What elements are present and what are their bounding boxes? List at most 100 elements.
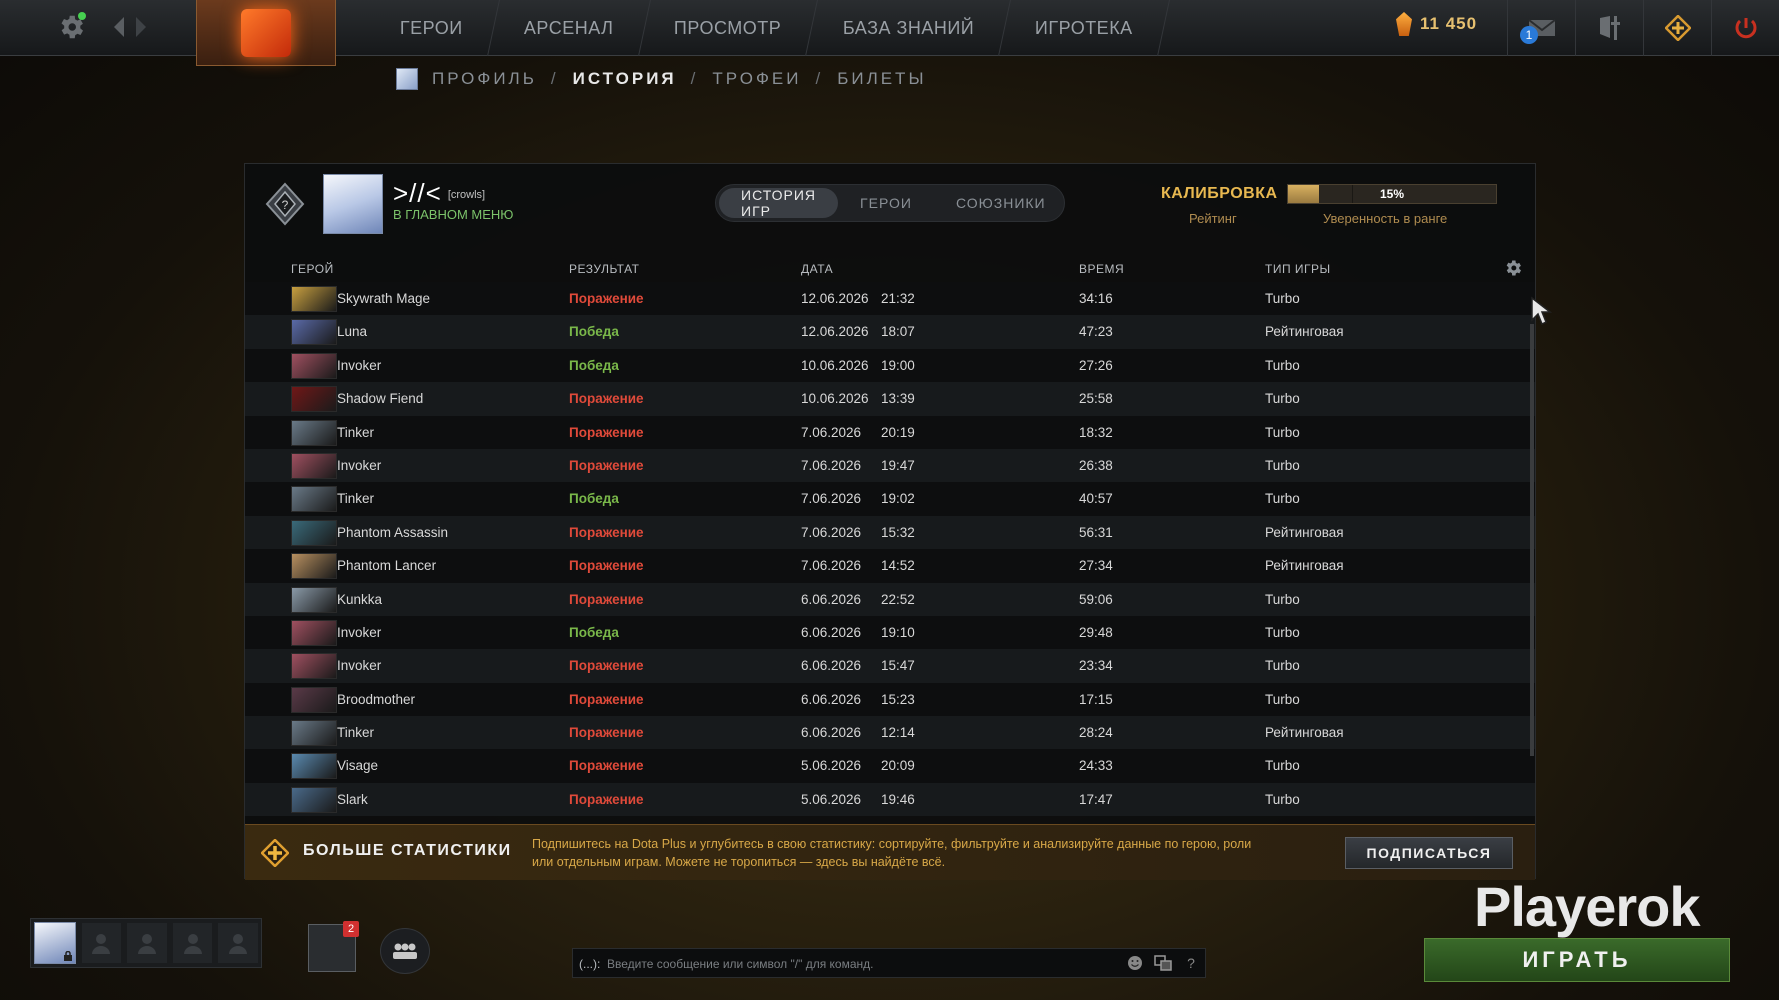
match-row[interactable]: Invoker Победа 6.06.2026 19:10 29:48 Turbo: [245, 615, 1535, 650]
match-result: Поражение: [569, 524, 644, 540]
match-row[interactable]: Shadow Fiend Поражение 10.06.2026 13:39 25:5…: [245, 382, 1535, 416]
shards-currency[interactable]: 11 450: [1396, 12, 1477, 36]
power-button[interactable]: [1711, 0, 1779, 56]
match-date: 12.06.2026: [801, 291, 869, 306]
match-row[interactable]: Phantom Lancer Поражение 7.06.2026 14:52 27:…: [245, 549, 1535, 583]
match-result: Победа: [569, 357, 619, 373]
tab-heroes[interactable]: ГЕРОИ: [838, 188, 934, 218]
match-row[interactable]: Invoker Победа 10.06.2026 19:00 27:26 Turbo: [245, 348, 1535, 383]
chat-help-button[interactable]: ?: [1177, 949, 1205, 977]
match-clock: 19:00: [881, 357, 915, 373]
match-game-type: Рейтинговая: [1265, 524, 1344, 540]
nav-watch[interactable]: ПРОСМОТР: [638, 0, 819, 56]
emoji-button[interactable]: [1121, 949, 1149, 977]
match-row[interactable]: Visage Поражение 5.06.2026 20:09 24:33 Turbo: [245, 749, 1535, 783]
breadcrumb-tickets[interactable]: БИЛЕТЫ: [837, 69, 926, 89]
match-row[interactable]: Kunkka Поражение 6.06.2026 22:52 59:06 Turbo: [245, 582, 1535, 616]
rank-confidence-bar: 15%: [1287, 184, 1497, 204]
calibration-label: КАЛИБРОВКА: [1161, 185, 1278, 202]
match-row[interactable]: Slark Поражение 5.06.2026 19:46 17:47 Turbo: [245, 782, 1535, 817]
emoji-icon: [1128, 956, 1142, 970]
match-date: 6.06.2026: [801, 658, 862, 674]
dota-logo-button[interactable]: [196, 0, 336, 66]
match-list-scrollbar[interactable]: [1530, 324, 1534, 756]
armory-button[interactable]: [1575, 0, 1643, 56]
shards-amount: 11 450: [1420, 14, 1478, 33]
breadcrumb-history[interactable]: ИСТОРИЯ: [573, 69, 677, 89]
match-game-type: Turbo: [1265, 624, 1300, 640]
match-date: 6.06.2026: [801, 725, 862, 741]
match-row[interactable]: Tinker Поражение 7.06.2026 20:19 18:32 Turbo: [245, 415, 1535, 449]
inventory-button[interactable]: 2: [308, 921, 359, 972]
match-clock: 19:10: [881, 624, 915, 640]
match-row[interactable]: Tinker Победа 7.06.2026 19:02 40:57 Turbo: [245, 482, 1535, 516]
match-duration: 25:58: [1079, 391, 1113, 407]
match-duration: 34:16: [1079, 291, 1113, 306]
nav-arcade[interactable]: ИГРОТЕКА: [999, 0, 1170, 56]
party-slot-empty[interactable]: [81, 923, 122, 963]
match-date: 5.06.2026: [801, 758, 862, 774]
match-game-type: Turbo: [1265, 758, 1300, 774]
hero-name: Shadow Fiend: [337, 391, 424, 407]
mail-button[interactable]: 1: [1507, 0, 1575, 56]
chat-channel[interactable]: (...):: [579, 957, 600, 971]
match-row[interactable]: Skywrath Mage Поражение 12.06.2026 21:32 34:…: [245, 282, 1535, 316]
match-row[interactable]: Broodmother Поражение 6.06.2026 15:23 17:15 T…: [245, 682, 1535, 717]
party-slot-empty[interactable]: [127, 923, 167, 963]
match-row[interactable]: Phantom Assassin Поражение 7.06.2026 15:32 5…: [245, 515, 1535, 550]
hero-name: Tinker: [337, 491, 375, 507]
player-tag: [crowls]: [447, 189, 486, 202]
match-clock: 15:23: [881, 691, 915, 707]
dota-plus-button[interactable]: [1643, 0, 1711, 56]
match-game-type: Turbo: [1265, 791, 1300, 807]
nav-knowledge-base[interactable]: БАЗА ЗНАНИЙ: [806, 0, 1011, 56]
top-right-icons: 1: [1507, 0, 1779, 56]
nav-armory[interactable]: АРСЕНАЛ: [487, 0, 651, 56]
plus-banner-description: Подпишитесь на Dota Plus и углубитесь в …: [532, 837, 1252, 869]
hero-portrait: [291, 319, 337, 346]
inventory-badge: 2: [343, 921, 359, 937]
back-forward-arrows-icon[interactable]: [110, 14, 154, 40]
match-date: 6.06.2026: [801, 624, 862, 640]
play-button[interactable]: ИГРАТЬ: [1424, 938, 1730, 982]
hero-portrait: [291, 753, 337, 780]
match-row[interactable]: Tinker Поражение 6.06.2026 12:14 28:24 Рейтин…: [245, 716, 1535, 750]
column-hero[interactable]: ГЕРОЙ: [291, 262, 334, 276]
table-settings-gear-icon[interactable]: [1503, 258, 1523, 278]
translate-button[interactable]: [1149, 949, 1177, 977]
match-game-type: Turbo: [1265, 691, 1300, 707]
subscribe-button[interactable]: ПОДПИСАТЬСЯ: [1345, 837, 1513, 869]
match-row[interactable]: Luna Победа 12.06.2026 18:07 47:23 Рейтингова…: [245, 315, 1535, 349]
match-row[interactable]: Invoker Поражение 7.06.2026 19:47 26:38 Turbo: [245, 448, 1535, 483]
column-game-type[interactable]: ТИП ИГРЫ: [1265, 262, 1331, 276]
match-result: Победа: [569, 491, 619, 507]
hero-name: Slark: [337, 791, 368, 807]
nav-heroes[interactable]: ГЕРОИ: [364, 0, 500, 56]
tab-allies[interactable]: СОЮЗНИКИ: [934, 188, 1068, 218]
breadcrumb-profile[interactable]: ПРОФИЛЬ: [432, 69, 537, 89]
match-result: Поражение: [569, 791, 644, 807]
hero-name: Luna: [337, 324, 368, 340]
hero-portrait: [291, 286, 337, 312]
column-result[interactable]: РЕЗУЛЬТАТ: [569, 262, 639, 276]
profile-avatar[interactable]: [323, 174, 383, 234]
party-self-avatar[interactable]: [34, 922, 76, 964]
party-slot-empty[interactable]: [172, 923, 213, 963]
match-clock: 20:09: [881, 758, 915, 774]
column-time[interactable]: ВРЕМЯ: [1079, 262, 1124, 276]
party-slot-empty[interactable]: [218, 923, 258, 963]
match-row[interactable]: Invoker Поражение 6.06.2026 15:47 23:34 Turbo: [245, 649, 1535, 683]
hero-name: Tinker: [337, 725, 375, 741]
match-result: Победа: [569, 324, 619, 340]
chat-input[interactable]: [607, 954, 1067, 974]
main-nav: ГЕРОИ АРСЕНАЛ ПРОСМОТР БАЗА ЗНАНИЙ ИГРОТ…: [364, 0, 1170, 56]
column-date[interactable]: ДАТА: [801, 262, 833, 276]
dota-plus-banner: БОЛЬШЕ СТАТИСТИКИ Подпишитесь на Dota Pl…: [245, 824, 1535, 880]
breadcrumb-trophies[interactable]: ТРОФЕИ: [712, 69, 801, 89]
tab-match-history[interactable]: ИСТОРИЯ ИГР: [719, 187, 839, 219]
person-icon: [183, 934, 202, 954]
friends-button[interactable]: [380, 928, 430, 974]
match-game-type: Рейтинговая: [1265, 725, 1344, 741]
match-date: 10.06.2026: [801, 357, 869, 373]
match-date: 6.06.2026: [801, 591, 862, 607]
